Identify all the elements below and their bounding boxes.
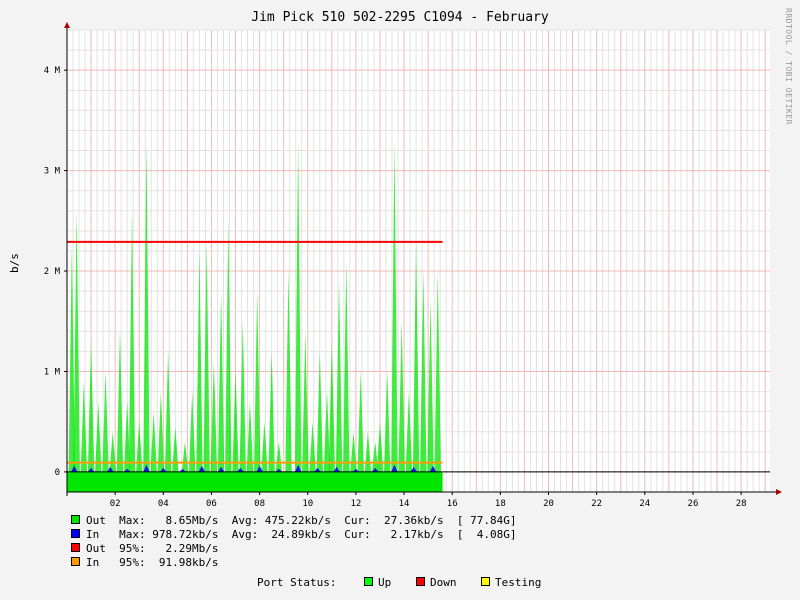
watermark-text: RRDTOOL / TOBI OETIKER [784, 8, 793, 125]
legend-entry: Out 95%: 2.29Mb/s [86, 542, 218, 555]
x-tick-label: 04 [158, 499, 169, 509]
x-tick-label: 14 [399, 499, 410, 509]
x-tick-label: 24 [639, 499, 650, 509]
y-tick-label: 0 [55, 468, 60, 478]
legend-entry: In 95%: 91.98kb/s [86, 556, 218, 569]
y-tick-label: 1 M [44, 367, 61, 377]
x-tick-label: 20 [543, 499, 554, 509]
x-tick-label: 06 [206, 499, 217, 509]
x-tick-label: 26 [688, 499, 699, 509]
y-tick-label: 4 M [44, 66, 61, 76]
status-label-down: Down [430, 576, 457, 589]
x-tick-label: 22 [591, 499, 602, 509]
legend-entry: In Max: 978.72kb/s Avg: 24.89kb/s Cur: 2… [86, 528, 516, 541]
x-tick-label: 16 [447, 499, 458, 509]
legend-swatch [71, 529, 80, 538]
bandwidth-chart: Jim Pick 510 502-2295 C1094 - February R… [0, 0, 800, 600]
port-status-label: Port Status: [257, 576, 336, 589]
y-tick-label: 2 M [44, 267, 61, 277]
status-swatch-testing [481, 577, 490, 586]
x-tick-label: 10 [302, 499, 313, 509]
y-tick-label: 3 M [44, 167, 61, 177]
chart-title: Jim Pick 510 502-2295 C1094 - February [251, 10, 549, 25]
out-base-area [67, 471, 443, 492]
legend-swatch [71, 543, 80, 552]
x-tick-label: 18 [495, 499, 506, 509]
status-label-up: Up [378, 576, 391, 589]
x-tick-label: 02 [110, 499, 121, 509]
x-tick-label: 12 [350, 499, 361, 509]
status-label-testing: Testing [495, 576, 541, 589]
y-axis-label: b/s [8, 253, 21, 273]
legend-entry: Out Max: 8.65Mb/s Avg: 475.22kb/s Cur: 2… [86, 514, 516, 527]
legend-swatch [71, 557, 80, 566]
status-swatch-down [416, 577, 425, 586]
status-swatch-up [364, 577, 373, 586]
x-tick-label: 08 [254, 499, 265, 509]
legend-swatch [71, 515, 80, 524]
x-tick-label: 28 [736, 499, 747, 509]
